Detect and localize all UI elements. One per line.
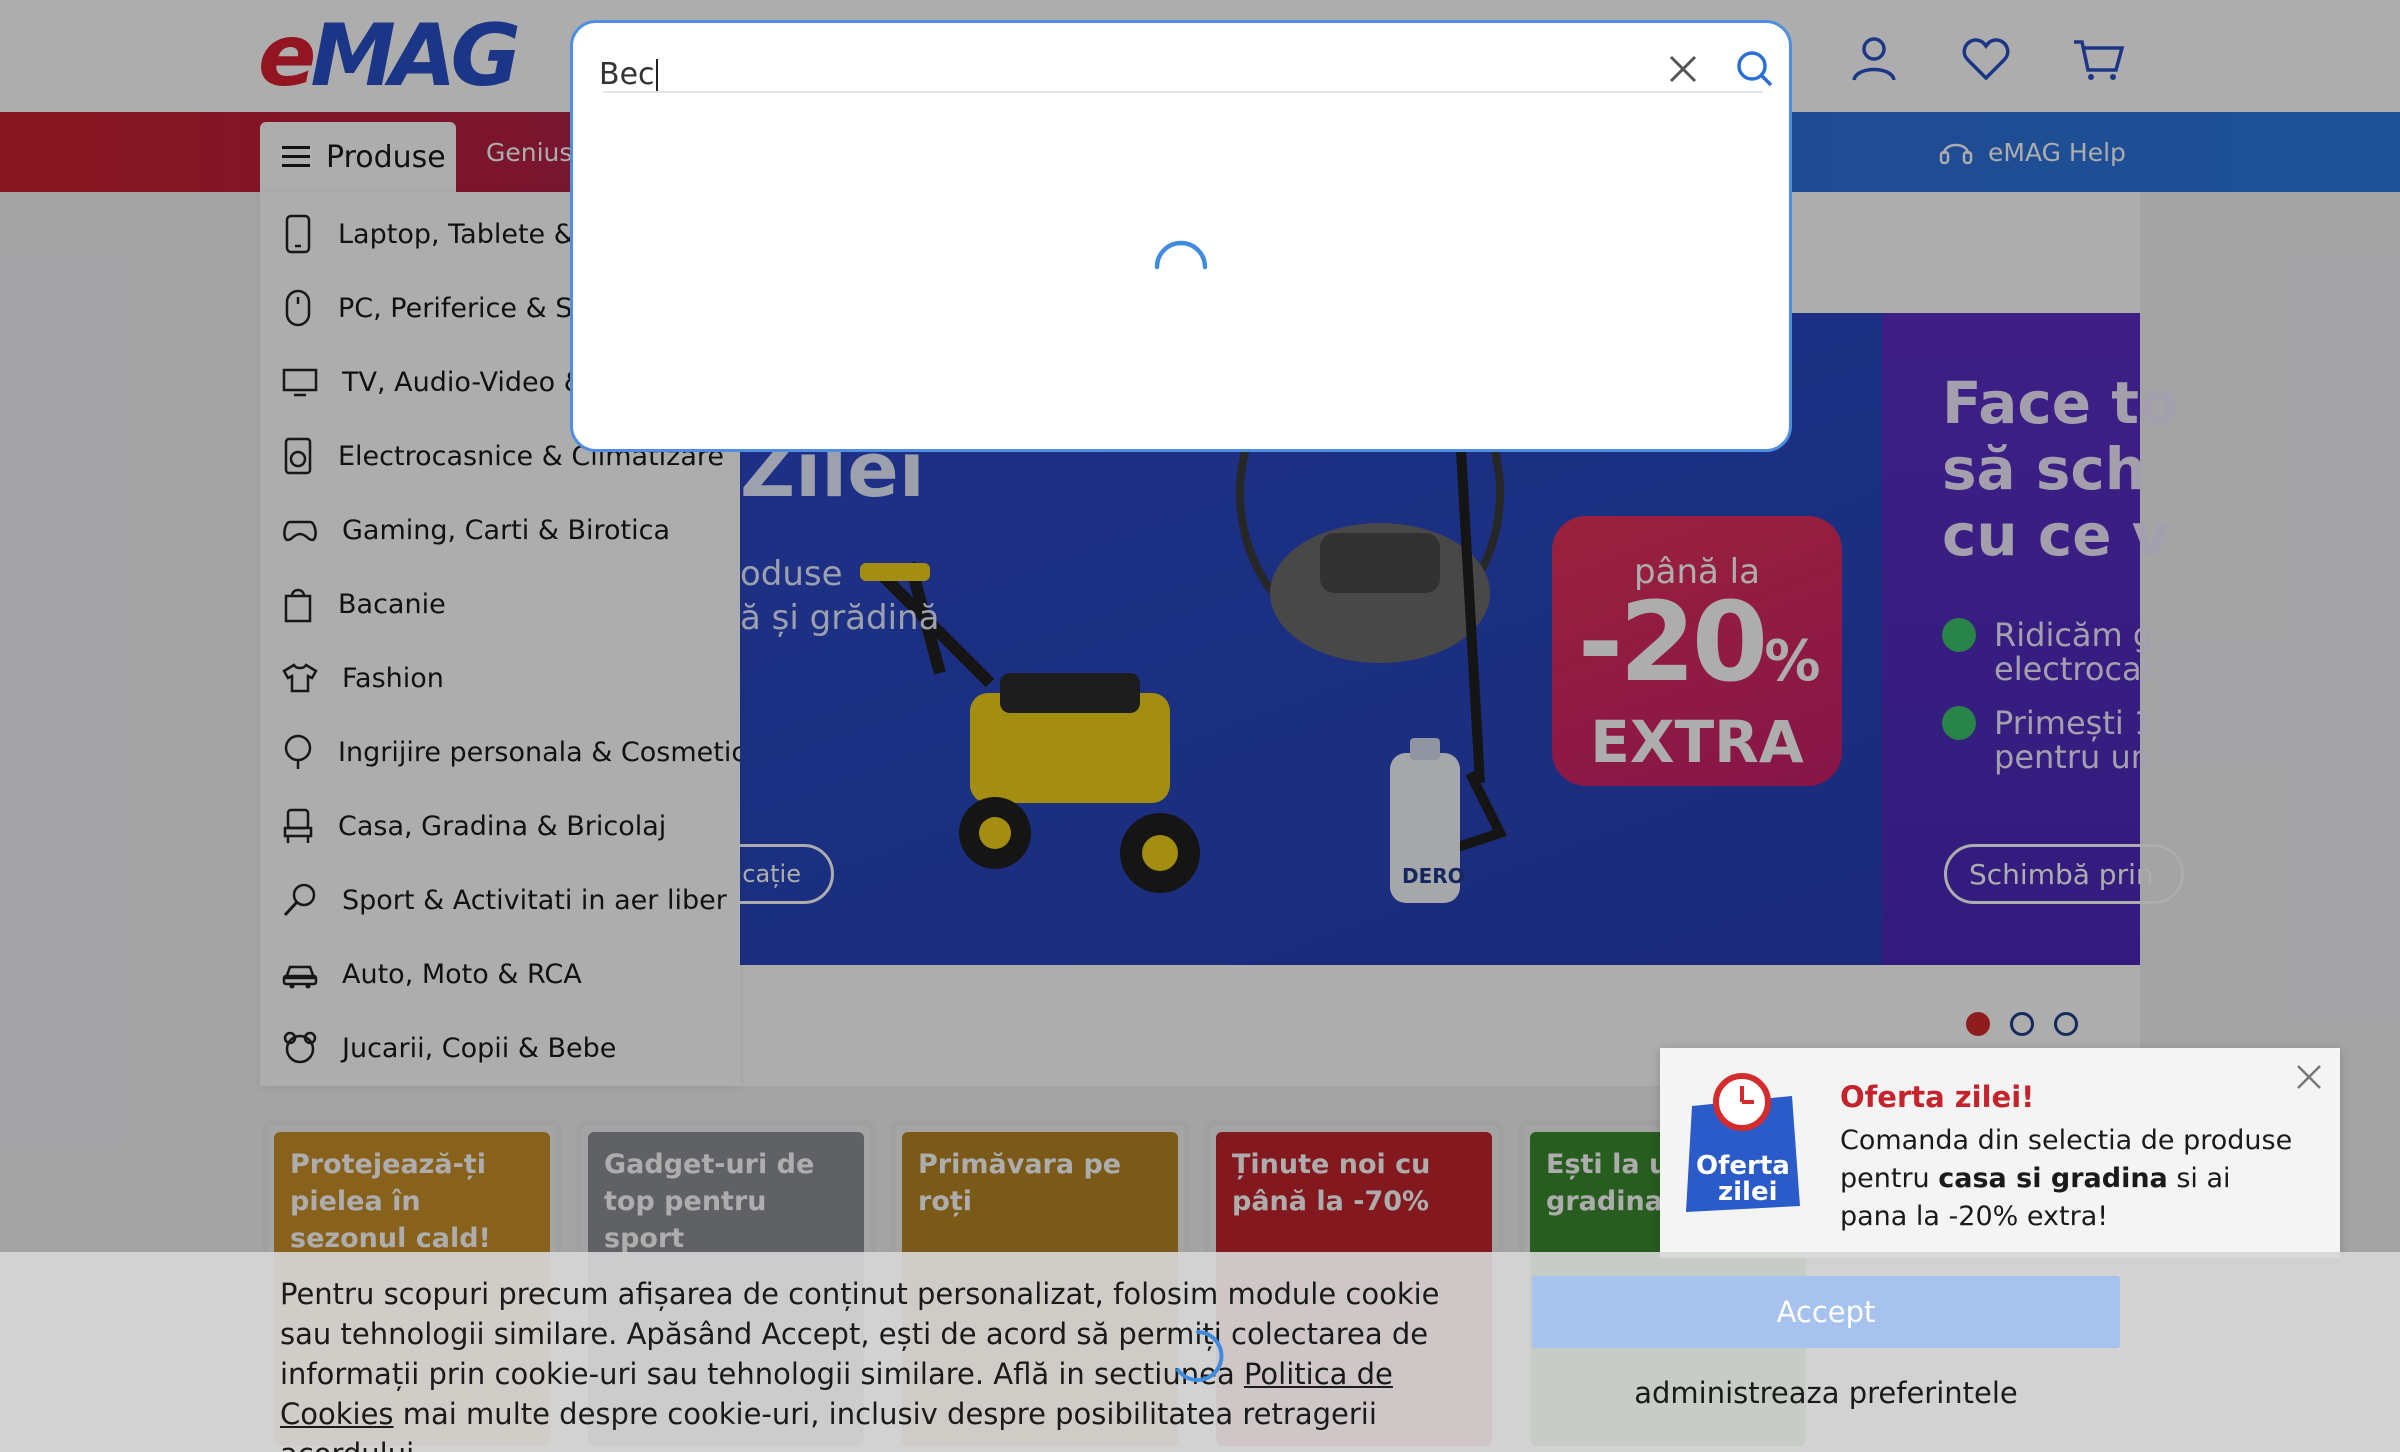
- close-icon[interactable]: [2290, 1058, 2328, 1096]
- search-icon[interactable]: [1727, 41, 1783, 97]
- cookie-banner: Pentru scopuri precum afișarea de conțin…: [0, 1252, 2400, 1452]
- oferta-title: Oferta zilei!: [1840, 1080, 2035, 1114]
- oferta-badge: Oferta zilei: [1682, 1066, 1802, 1216]
- oferta-popup: Oferta zilei Oferta zilei! Comanda din s…: [1660, 1048, 2340, 1258]
- clear-icon[interactable]: [1655, 41, 1711, 97]
- cookie-text: Pentru scopuri precum afișarea de conțin…: [280, 1277, 1440, 1452]
- search-modal: Bec: [570, 20, 1792, 452]
- svg-text:zilei: zilei: [1718, 1177, 1778, 1207]
- cookie-accept-button[interactable]: Accept: [1532, 1276, 2120, 1348]
- text-caret: [655, 58, 658, 93]
- search-divider: [603, 91, 1763, 93]
- cookie-preferences-link[interactable]: administreaza preferintele: [1532, 1376, 2120, 1410]
- loading-spinner-icon: [1176, 1330, 1224, 1382]
- oferta-text: Comanda din selectia de produse pentru c…: [1840, 1125, 2293, 1232]
- search-input[interactable]: Bec: [599, 57, 658, 93]
- loading-spinner-icon: [1154, 240, 1208, 270]
